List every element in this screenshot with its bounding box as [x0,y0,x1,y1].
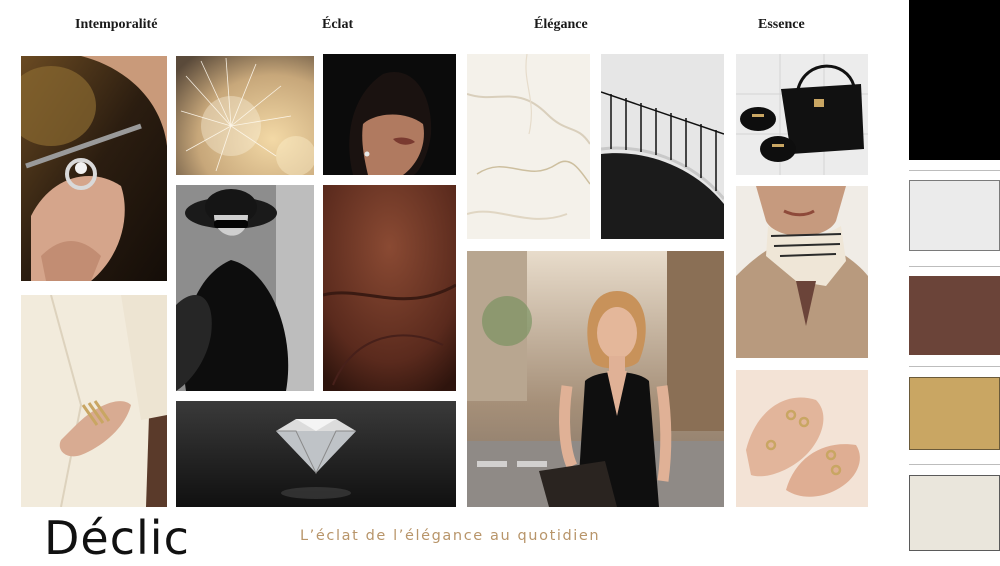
woman-hat-sunglasses-photo [176,185,314,391]
swatch-cream [909,475,1000,551]
woman-shadow-earring-photo [323,54,456,175]
brand-name: Déclic [44,511,190,565]
heading-essence: Essence [758,17,805,32]
dandelion-seeds-photo [176,56,314,175]
heading-intemporalite: Intemporalité [75,17,158,32]
swatch-divider [909,170,1000,171]
jeweler-hands-ring-photo [21,56,167,281]
diamond-photo [176,401,456,507]
swatch-gold [909,377,1000,450]
woman-silk-scarf-photo [736,186,868,358]
cream-suit-bracelets-photo [21,295,167,507]
swatch-divider [909,266,1000,267]
brown-leather-texture-photo [323,185,456,391]
swatch-light-gray [909,180,1000,251]
spiral-staircase-photo [601,54,724,239]
hands-gold-rings-photo [736,370,868,507]
black-bag-loafers-photo [736,54,868,175]
swatch-black [909,0,1000,160]
marble-texture-photo [467,54,590,239]
heading-eclat: Éclat [322,17,354,32]
swatch-brown [909,276,1000,355]
brand-tagline: L’éclat de l’élégance au quotidien [300,528,601,544]
heading-elegance: Élégance [534,17,588,32]
swatch-divider [909,366,1000,367]
swatch-divider [909,464,1000,465]
woman-black-dress-street-photo [467,251,724,507]
